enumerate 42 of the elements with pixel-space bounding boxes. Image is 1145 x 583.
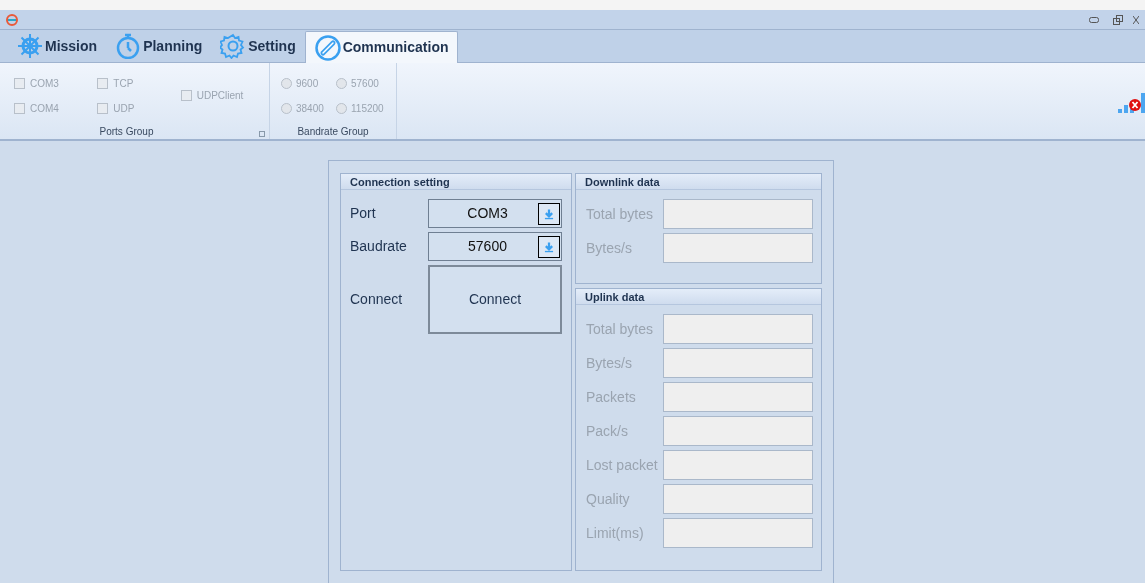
field-label: Total bytes [586, 204, 654, 224]
radio-button[interactable]: 9600 [281, 77, 336, 90]
wheel-icon [17, 33, 43, 59]
stopwatch-icon [115, 33, 142, 59]
radio-button[interactable]: 57600 [336, 77, 396, 90]
gear-icon [220, 33, 247, 59]
checkbox[interactable]: TCP [97, 77, 181, 90]
field-label: Bytes/s [586, 353, 633, 373]
dropdown[interactable]: 57600 [428, 232, 562, 261]
field-label: Connect [350, 290, 404, 309]
ribbon-tab[interactable]: Planning [106, 30, 212, 62]
minimize-icon[interactable] [1089, 16, 1099, 23]
group-title: Connection setting [341, 174, 571, 190]
connect-button[interactable]: Connect [428, 265, 562, 334]
dropdown[interactable]: COM3 [428, 199, 562, 228]
checkbox[interactable]: UDPClient [180, 89, 269, 102]
checkbox[interactable]: UDP [97, 102, 181, 115]
field-label: Total bytes [586, 319, 654, 339]
restore-icon[interactable] [1113, 14, 1123, 25]
group-label: Ports Group [99, 125, 154, 139]
field-label: Limit(ms) [586, 523, 645, 543]
checkbox[interactable]: COM4 [14, 102, 98, 115]
radio-button[interactable]: 38400 [281, 102, 336, 115]
group-label: Bandrate Group [297, 125, 369, 139]
group-title: Downlink data [576, 174, 821, 190]
group-title: Uplink data [576, 289, 821, 305]
radio-button[interactable]: 115200 [336, 102, 396, 115]
field-label: Baudrate [350, 237, 408, 256]
field-label: Quality [586, 489, 631, 509]
app-logo-icon [6, 13, 18, 26]
field-label: Bytes/s [586, 238, 633, 258]
field-label: Port [350, 204, 377, 223]
checkbox[interactable]: COM3 [14, 77, 98, 90]
field-label: Pack/s [586, 421, 629, 441]
field-label: Lost packet [586, 455, 659, 475]
ribbon-tab[interactable]: Mission [8, 30, 107, 62]
link-icon [314, 34, 341, 61]
signal-disconnected-icon [1117, 91, 1145, 115]
ribbon-tab[interactable]: Communication [304, 31, 459, 63]
field-label: Packets [586, 387, 637, 407]
ribbon-tab[interactable]: Setting [211, 30, 305, 62]
close-icon[interactable] [1133, 14, 1139, 25]
